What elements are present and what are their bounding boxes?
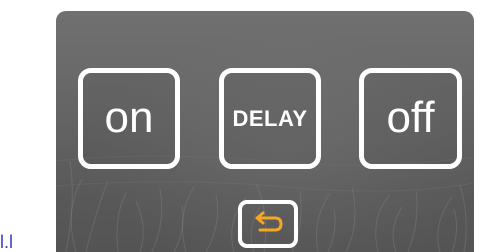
return-arrow-icon — [255, 211, 283, 232]
on-button-label: on — [104, 92, 154, 142]
off-button-label: off — [386, 92, 435, 142]
control-panel: on DELAY off — [56, 11, 474, 252]
back-button[interactable] — [238, 200, 298, 248]
off-button[interactable]: off — [359, 68, 462, 169]
delay-button[interactable]: DELAY — [219, 68, 321, 169]
screen: l.l on DELAY off — [0, 0, 482, 252]
delay-button-label: DELAY — [232, 105, 308, 131]
on-button[interactable]: on — [78, 68, 180, 169]
partial-link-text: l.l — [0, 232, 13, 252]
